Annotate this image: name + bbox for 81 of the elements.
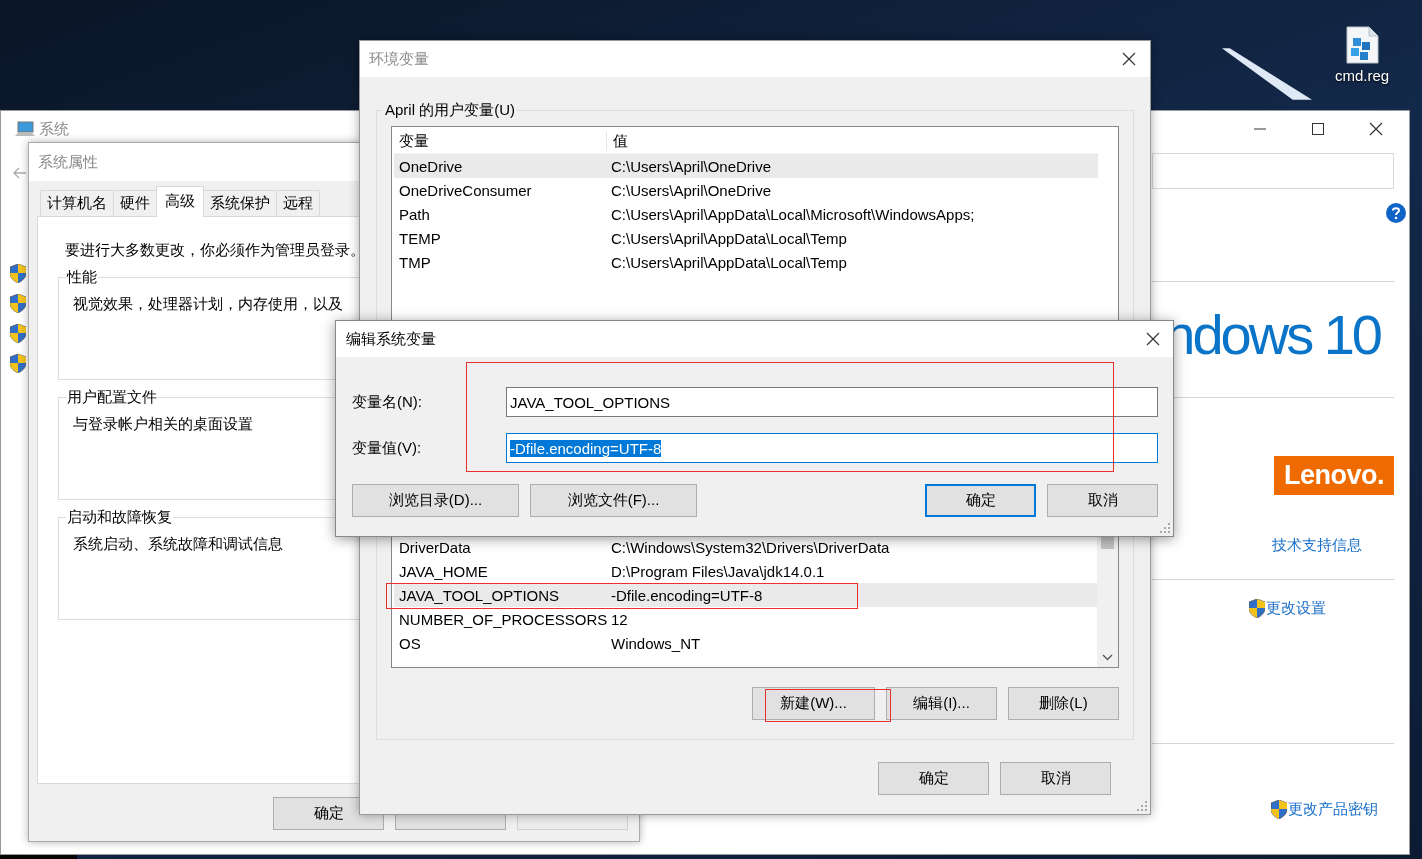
shield-icon [10, 294, 26, 313]
variable-value: C:\Users\April\AppData\Local\Microsoft\WindowsApps; [611, 205, 975, 223]
shield-icon [10, 354, 26, 373]
button[interactable]: 浏览文件(F)... [530, 484, 697, 517]
variable-value: D:\Program Files\Java\jdk14.0.1 [611, 562, 825, 580]
variable-value: -Dfile.encoding=UTF-8 [611, 586, 763, 604]
search-field[interactable] [1152, 153, 1394, 189]
list-row[interactable]: NUMBER_OF_PROCESSORS 12 [394, 607, 1097, 631]
list-row[interactable]: JAVA_HOME D:\Program Files\Java\jdk14.0.1 [394, 559, 1097, 583]
list-row[interactable]: OneDrive C:\Users\April\OneDrive [394, 154, 1098, 178]
list-row[interactable]: Path C:\Users\April\AppData\Local\Microsoft\WindowsApps; [394, 202, 1098, 226]
variable-name: OS [398, 634, 422, 652]
variable-name: JAVA_TOOL_OPTIONS [398, 586, 561, 604]
variable-name: TEMP [398, 229, 442, 247]
variable-name: OneDriveConsumer [398, 181, 533, 199]
tab[interactable]: 计算机名 [40, 190, 114, 216]
tab[interactable]: 远程 [276, 190, 320, 216]
input-field[interactable]: -Dfile.encoding=UTF-8 [506, 433, 1158, 463]
variable-name: DriverData [398, 538, 472, 556]
variable-value: C:\Windows\System32\Drivers\DriverData [611, 538, 890, 556]
window-title: 系统属性 [38, 152, 98, 172]
variable-name: Path [398, 205, 431, 223]
computer-icon [15, 121, 35, 137]
button[interactable]: 编辑(I)... [886, 687, 997, 720]
variable-value: 12 [611, 610, 628, 628]
group-title: 性能 [66, 268, 98, 287]
variable-value: Windows_NT [611, 634, 701, 652]
list-row[interactable]: DriverData C:\Windows\System32\Drivers\DriverData [394, 535, 1097, 559]
button[interactable]: 删除(L) [1008, 687, 1119, 720]
lenovo-logo: Lenovo. [1274, 456, 1394, 495]
field-label: 变量值(V): [352, 438, 423, 458]
button[interactable]: 新建(W)... [752, 687, 875, 720]
group-title: 用户配置文件 [66, 388, 158, 407]
list-row[interactable]: TEMP C:\Users\April\AppData\Local\Temp [394, 226, 1098, 250]
variable-name: OneDrive [398, 157, 464, 175]
input-field[interactable]: JAVA_TOOL_OPTIONS [506, 387, 1158, 417]
back-arrow-icon[interactable] [13, 167, 27, 179]
group-description: 与登录帐户相关的桌面设置 [73, 415, 253, 434]
group-description: 系统启动、系统故障和调试信息 [73, 535, 283, 554]
window-title: 系统 [39, 119, 69, 139]
help-icon[interactable] [1386, 203, 1406, 223]
column-header[interactable]: 值 [607, 131, 628, 151]
window-title: 编辑系统变量 [346, 329, 436, 349]
group-description: 视觉效果，处理器计划，内存使用，以及 [73, 295, 343, 314]
variable-name: NUMBER_OF_PROCESSORS [398, 610, 609, 628]
tab[interactable]: 高级 [156, 186, 204, 217]
resize-grip-icon[interactable] [1137, 801, 1147, 811]
list-row[interactable]: OS Windows_NT [394, 631, 1097, 655]
button[interactable]: 确定 [878, 762, 989, 795]
maximize-icon[interactable] [1311, 122, 1325, 136]
list-row[interactable]: OneDriveConsumer C:\Users\April\OneDrive [394, 178, 1098, 202]
list-row[interactable]: JAVA_TOOL_OPTIONS -Dfile.encoding=UTF-8 [394, 583, 1097, 607]
desktop-icon[interactable]: cmd.reg [1322, 26, 1402, 84]
button[interactable]: 确定 [925, 484, 1036, 517]
notice-text: 要进行大多数更改，你必须作为管理员登录。 [64, 241, 366, 260]
close-icon[interactable] [1146, 332, 1160, 346]
link[interactable]: 更改设置 [1249, 599, 1326, 618]
column-header[interactable]: 变量 [394, 131, 607, 151]
group-title: April 的用户变量(U) [384, 101, 516, 120]
variable-value: C:\Users\April\OneDrive [611, 157, 772, 175]
button[interactable]: 取消 [1000, 762, 1111, 795]
group-title: 启动和故障恢复 [66, 508, 173, 527]
variable-value: C:\Users\April\AppData\Local\Temp [611, 229, 847, 247]
close-icon[interactable] [1369, 122, 1383, 136]
link[interactable]: 更改产品密钥 [1271, 800, 1378, 819]
button[interactable]: 取消 [1047, 484, 1158, 517]
button[interactable]: 浏览目录(D)... [352, 484, 519, 517]
shield-icon [10, 324, 26, 343]
variable-value: C:\Users\April\OneDrive [611, 181, 772, 199]
link[interactable]: 技术支持信息 [1272, 536, 1362, 555]
list-row[interactable]: TMP C:\Users\April\AppData\Local\Temp [394, 250, 1098, 274]
shield-icon [10, 264, 26, 283]
field-label: 变量名(N): [352, 392, 423, 412]
close-icon[interactable] [1122, 52, 1136, 66]
variable-value: C:\Users\April\AppData\Local\Temp [611, 253, 847, 271]
window-title: 环境变量 [369, 49, 429, 69]
variable-name: JAVA_HOME [398, 562, 489, 580]
registry-file-icon [1345, 26, 1379, 64]
resize-grip-icon[interactable] [1160, 523, 1170, 533]
dialog-button[interactable] [395, 815, 506, 830]
variable-name: TMP [398, 253, 432, 271]
